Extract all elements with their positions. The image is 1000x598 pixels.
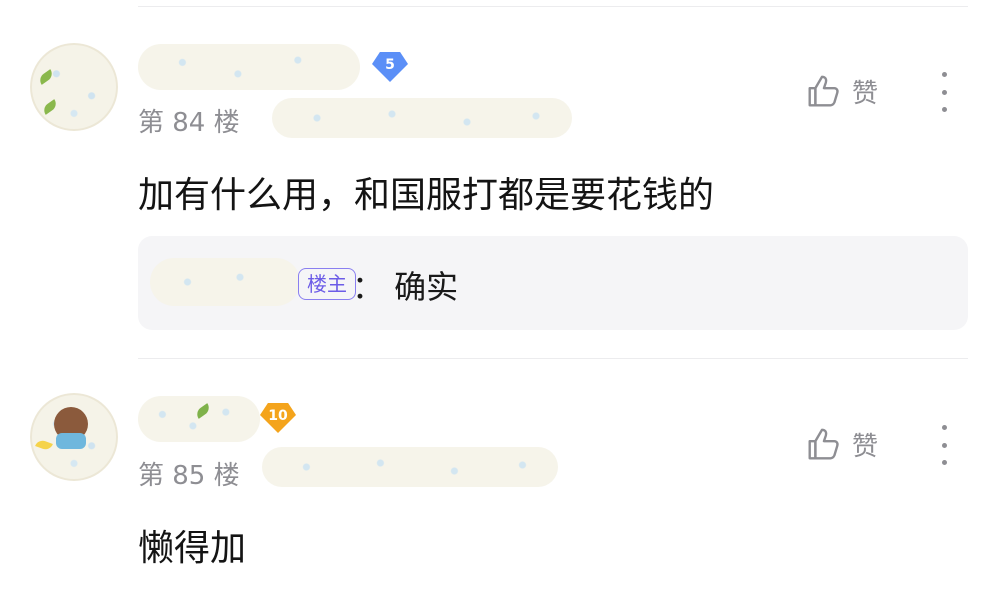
thumbs-up-icon [808, 75, 839, 107]
like-button[interactable]: 赞 [804, 425, 878, 463]
level-badge: 10 [260, 403, 296, 433]
floor-number: 第 84 楼 [138, 108, 240, 138]
user-avatar[interactable] [30, 393, 118, 481]
comment-post-85: 10 第 85 楼 赞 懒得加 [0, 359, 1000, 598]
reply-preview[interactable]: 楼主 ： 确实 [138, 236, 968, 330]
user-avatar[interactable] [30, 43, 118, 131]
comment-post-84: 5 第 84 楼 赞 加有什么用，和国服打都是要花钱的 楼主 ： 确实 [0, 0, 1000, 358]
like-label: 赞 [852, 431, 879, 462]
leaf-decoration-icon [37, 69, 55, 85]
leaf-decoration-icon [41, 99, 59, 115]
like-label: 赞 [852, 78, 879, 109]
thumbs-up-icon [808, 428, 839, 460]
comment-text: 加有什么用，和国服打都是要花钱的 [138, 175, 715, 216]
username-blurred[interactable] [138, 44, 360, 90]
floor-number: 第 85 楼 [138, 461, 240, 491]
level-badge: 5 [372, 52, 408, 82]
more-options-icon[interactable] [932, 72, 956, 112]
reply-username-blurred[interactable] [150, 258, 300, 306]
comment-text: 懒得加 [138, 528, 247, 569]
star-decoration-icon [35, 438, 53, 452]
like-button[interactable]: 赞 [804, 72, 878, 110]
user-signature-blurred [272, 98, 572, 138]
user-signature-blurred [262, 447, 558, 487]
reply-text: ： 确实 [352, 268, 459, 306]
op-tag: 楼主 [298, 268, 356, 300]
username-blurred[interactable] [138, 396, 260, 442]
more-options-icon[interactable] [932, 425, 956, 465]
